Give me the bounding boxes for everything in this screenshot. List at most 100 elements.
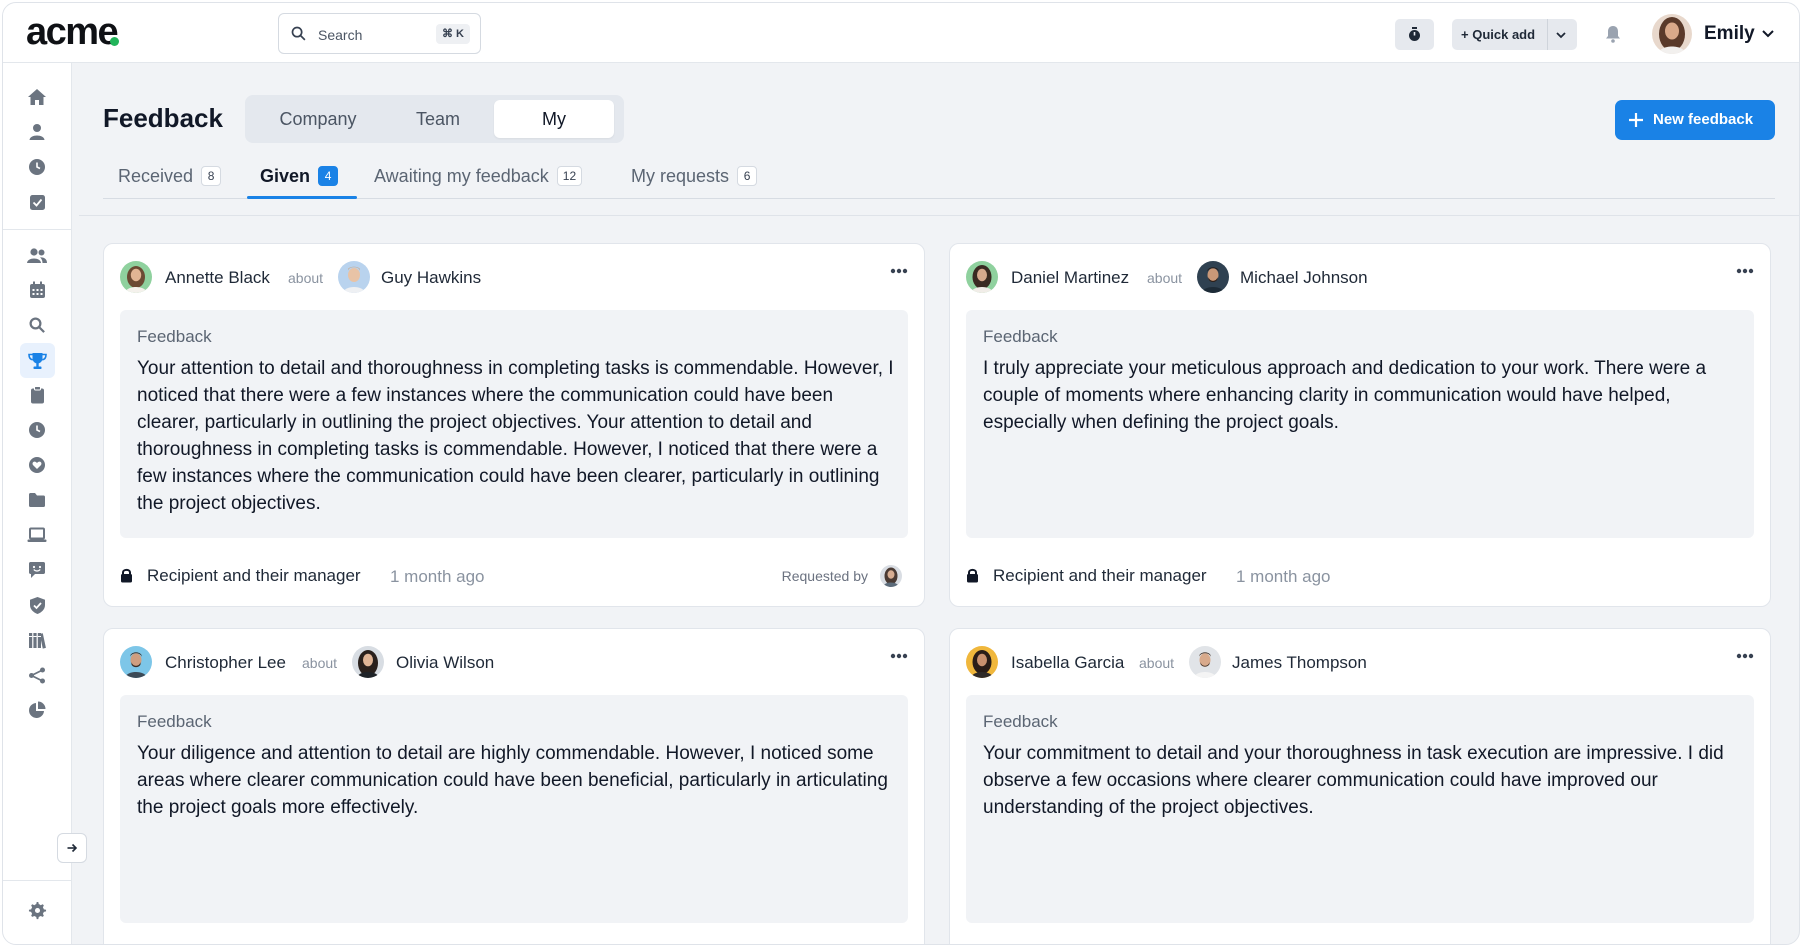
quick-add-separator — [1547, 19, 1548, 50]
feedback-label: Feedback — [137, 327, 212, 346]
about-label: about — [288, 270, 324, 286]
recipient-name[interactable]: Olivia Wilson — [396, 653, 494, 673]
chevron-down-icon[interactable] — [1761, 29, 1775, 39]
author-name[interactable]: Daniel Martinez — [1011, 268, 1129, 288]
timer-button[interactable] — [1395, 19, 1434, 50]
sidebar — [3, 63, 72, 944]
folder-icon[interactable] — [25, 488, 49, 512]
card-footer: Recipient and their manager 1 month ago — [966, 565, 1754, 589]
card-footer: Recipient and their manager 1 month ago … — [120, 565, 908, 589]
feedback-card[interactable]: Annette Black about Guy Hawkins Feedback… — [103, 243, 925, 607]
author-name[interactable]: Isabella Garcia — [1011, 653, 1124, 673]
tab-count: 8 — [201, 166, 222, 186]
feedback-content: Feedback Your commitment to detail and y… — [966, 695, 1754, 923]
feedback-content: Feedback Your attention to detail and th… — [120, 310, 908, 538]
person-icon[interactable] — [25, 120, 49, 144]
feedback-label: Feedback — [983, 712, 1058, 731]
about-label: about — [1139, 655, 1175, 671]
sidebar-divider — [3, 880, 72, 881]
clock-icon[interactable] — [25, 155, 49, 179]
feedback-content: Feedback I truly appreciate your meticul… — [966, 310, 1754, 538]
pie-chart-icon[interactable] — [25, 698, 49, 722]
quick-add-main[interactable]: + Quick add — [1452, 19, 1547, 50]
tab-received[interactable]: Received 8 — [118, 161, 222, 199]
gear-icon[interactable] — [25, 898, 49, 922]
author-name[interactable]: Annette Black — [165, 268, 270, 288]
scope-company[interactable]: Company — [257, 100, 379, 138]
feedback-card[interactable]: Christopher Lee about Olivia Wilson Feed… — [103, 628, 925, 944]
chat-icon[interactable] — [25, 558, 49, 582]
search-placeholder: Search — [318, 27, 363, 43]
expand-sidebar-button[interactable] — [57, 833, 87, 863]
avatar[interactable] — [880, 565, 902, 587]
visibility-label: Recipient and their manager — [993, 566, 1207, 585]
app-window: acme Search ⌘ K + Quick add Emily Feedba… — [2, 2, 1800, 945]
feedback-label: Feedback — [983, 327, 1058, 346]
user-name[interactable]: Emily — [1704, 23, 1755, 45]
tab-label: Given — [260, 166, 311, 186]
feedback-content: Feedback Your diligence and attention to… — [120, 695, 908, 923]
calendar-icon[interactable] — [25, 278, 49, 302]
heart-icon[interactable] — [25, 453, 49, 477]
stopwatch-icon — [1409, 27, 1420, 41]
feedback-text: Your attention to detail and thoroughnes… — [137, 358, 894, 514]
tab-label: My requests — [631, 166, 730, 186]
feedback-tabs: Received 8 Given 4 Awaiting my feedback 12 … — [103, 161, 1775, 199]
new-feedback-label: New feedback — [1653, 111, 1754, 128]
home-icon[interactable] — [25, 85, 49, 109]
bell-icon[interactable] — [1605, 25, 1621, 43]
tab-count: 4 — [318, 166, 339, 186]
shield-icon[interactable] — [25, 593, 49, 617]
plus-icon — [1629, 113, 1643, 127]
feedback-text: I truly appreciate your meticulous appro… — [983, 358, 1707, 433]
library-icon[interactable] — [25, 628, 49, 652]
recipient-name[interactable]: Michael Johnson — [1240, 268, 1368, 288]
tab-awaiting-my-feedback[interactable]: Awaiting my feedback 12 — [374, 161, 583, 199]
avatar — [338, 261, 370, 293]
page-title: Feedback — [103, 103, 223, 133]
checkbox-icon[interactable] — [25, 190, 49, 214]
visibility-label: Recipient and their manager — [147, 566, 361, 585]
requested-by-label: Requested by — [781, 568, 868, 584]
recipient-name[interactable]: Guy Hawkins — [381, 268, 481, 288]
more-options-icon[interactable] — [1736, 268, 1754, 274]
more-options-icon[interactable] — [890, 653, 908, 659]
trophy-icon[interactable] — [20, 343, 55, 378]
clipboard-icon[interactable] — [25, 383, 49, 407]
scope-switcher: Company Team My — [245, 95, 624, 143]
avatar — [352, 646, 384, 678]
timestamp: 1 month ago — [390, 567, 485, 586]
avatar[interactable] — [1652, 14, 1692, 54]
about-label: about — [302, 655, 338, 671]
quick-add-label: Quick add — [1472, 27, 1536, 42]
tab-given[interactable]: Given 4 — [260, 161, 339, 199]
avatar — [1189, 646, 1221, 678]
time-icon[interactable] — [25, 418, 49, 442]
feedback-card[interactable]: Daniel Martinez about Michael Johnson Fe… — [949, 243, 1771, 607]
search-shortcut: ⌘ K — [436, 24, 470, 44]
laptop-icon[interactable] — [25, 523, 49, 547]
lock-icon — [967, 568, 978, 583]
scope-my[interactable]: My — [494, 100, 614, 138]
share-icon[interactable] — [25, 663, 49, 687]
new-feedback-button[interactable]: New feedback — [1615, 100, 1775, 140]
recipient-name[interactable]: James Thompson — [1232, 653, 1367, 673]
about-label: about — [1147, 270, 1183, 286]
more-options-icon[interactable] — [890, 268, 908, 274]
search-box[interactable]: Search ⌘ K — [278, 13, 481, 54]
logo[interactable]: acme — [26, 11, 119, 54]
tab-count: 12 — [556, 166, 583, 186]
search-icon[interactable] — [25, 313, 49, 337]
section-divider — [79, 215, 1799, 216]
quick-add-button[interactable]: + Quick add — [1452, 19, 1577, 50]
tab-my-requests[interactable]: My requests 6 — [631, 161, 758, 199]
plus-icon: + — [1461, 27, 1469, 42]
people-icon[interactable] — [25, 243, 49, 267]
author-name[interactable]: Christopher Lee — [165, 653, 286, 673]
chevron-down-icon[interactable] — [1555, 29, 1567, 41]
feedback-card[interactable]: Isabella Garcia about James Thompson Fee… — [949, 628, 1771, 944]
avatar — [120, 646, 152, 678]
avatar — [120, 261, 152, 293]
more-options-icon[interactable] — [1736, 653, 1754, 659]
scope-team[interactable]: Team — [377, 100, 499, 138]
